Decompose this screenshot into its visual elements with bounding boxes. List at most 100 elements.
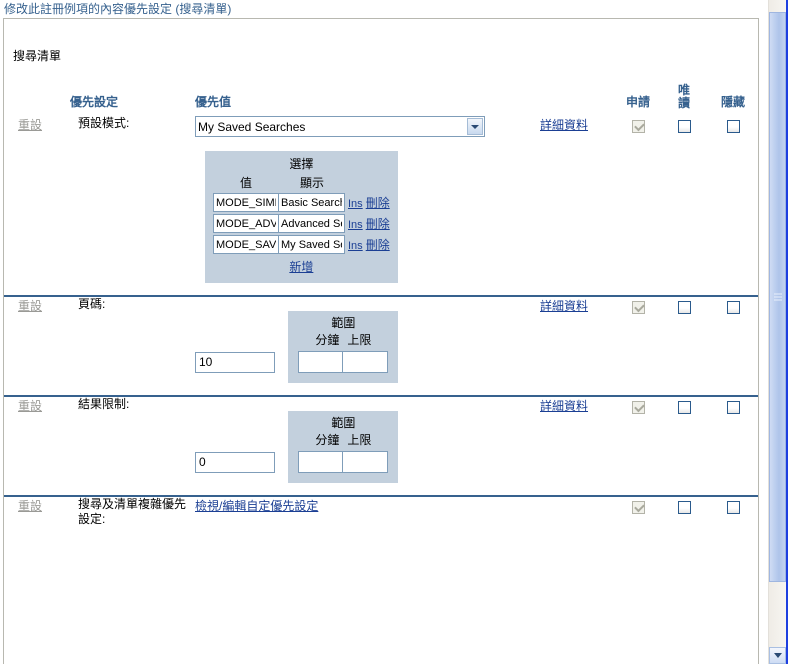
hidden-checkbox-result-limit[interactable] xyxy=(726,401,740,415)
reset-link-result-limit[interactable]: 重設 xyxy=(4,397,42,414)
range-col-min: 分鐘 xyxy=(315,333,340,347)
readonly-cell xyxy=(660,116,708,283)
vertical-scrollbar[interactable] xyxy=(768,0,786,664)
apply-checkbox-default-mode xyxy=(631,120,645,134)
detail-cell: 詳細資料 xyxy=(540,116,616,283)
choices-col-actions xyxy=(345,173,390,192)
range-max-input-page-size[interactable] xyxy=(343,351,389,373)
preference-name-cell: 預設模式: xyxy=(70,116,195,283)
choice-value-input-2[interactable] xyxy=(213,235,279,254)
apply-cell xyxy=(616,395,660,483)
hidden-checkbox-default-mode[interactable] xyxy=(726,120,740,134)
detail-cell: 詳細資料 xyxy=(540,395,616,483)
table-row-result-limit: 重設 結果限制: 範圍 分鐘 上限 xyxy=(4,395,758,483)
header-hidden: 隱藏 xyxy=(720,95,745,109)
hidden-checkbox-page-size[interactable] xyxy=(726,301,740,315)
value-cell-result-limit: 範圍 分鐘 上限 xyxy=(195,395,540,483)
detail-cell: 詳細資料 xyxy=(540,295,616,383)
choice-value-input-0[interactable] xyxy=(213,193,279,212)
hidden-cell xyxy=(708,295,758,383)
choice-delete-link-1[interactable]: 刪除 xyxy=(363,217,390,231)
range-col-max: 上限 xyxy=(347,433,372,447)
detail-link-default-mode[interactable]: 詳細資料 xyxy=(540,118,588,132)
preference-name-cell: 結果限制: xyxy=(70,395,195,483)
reset-link-complex-prefs[interactable]: 重設 xyxy=(4,497,42,514)
readonly-cell xyxy=(660,395,708,483)
preference-label-result-limit: 結果限制: xyxy=(78,397,130,411)
header-readonly: 唯讀 xyxy=(660,84,708,116)
header-value: 優先值 xyxy=(195,95,232,109)
choice-delete-link-2[interactable]: 刪除 xyxy=(363,238,390,252)
page-size-input[interactable] xyxy=(195,351,275,373)
choices-panel-title: 選擇 xyxy=(289,157,314,171)
choice-delete-link-0[interactable]: 刪除 xyxy=(363,196,390,210)
value-cell-complex-prefs: 檢視/編輯自定優先設定 xyxy=(195,495,540,527)
choice-display-cell xyxy=(279,234,345,255)
row-spacer xyxy=(4,383,758,396)
range-col-min: 分鐘 xyxy=(315,433,340,447)
choice-display-cell xyxy=(279,192,345,213)
reset-link-default-mode[interactable]: 重設 xyxy=(4,116,42,133)
choices-add-link[interactable]: 新增 xyxy=(213,255,390,275)
row-spacer xyxy=(4,283,758,296)
table-row-page-size: 重設 頁碼: 範圍 分鐘 上限 xyxy=(4,295,758,383)
choice-row: Ins刪除 xyxy=(213,234,390,255)
readonly-checkbox-complex-prefs[interactable] xyxy=(677,501,691,515)
apply-checkbox-result-limit xyxy=(631,401,645,415)
preference-label-complex-prefs: 搜尋及清單複雜優先設定: xyxy=(78,497,187,526)
detail-link-page-size[interactable]: 詳細資料 xyxy=(540,299,588,313)
preference-name-cell: 搜尋及清單複雜優先設定: xyxy=(70,495,195,527)
choice-actions-cell: Ins 刪除 xyxy=(345,234,390,255)
hidden-cell xyxy=(708,395,758,483)
range-panel-page-size: 範圍 分鐘 上限 xyxy=(288,311,399,383)
readonly-checkbox-result-limit[interactable] xyxy=(677,401,691,415)
detail-cell xyxy=(540,495,616,527)
result-limit-input[interactable] xyxy=(195,451,275,473)
range-panel-title: 範圍 xyxy=(331,416,356,430)
range-min-input-result-limit[interactable] xyxy=(298,451,344,473)
scrollbar-thumb[interactable] xyxy=(769,12,786,582)
choice-ins-link-2[interactable]: Ins xyxy=(345,240,363,252)
apply-checkbox-page-size xyxy=(631,301,645,315)
range-min-input-page-size[interactable] xyxy=(298,351,344,373)
section-title: 搜尋清單 xyxy=(13,49,62,63)
range-max-input-result-limit[interactable] xyxy=(343,451,389,473)
header-preference: 優先設定 xyxy=(70,95,119,109)
choice-actions-cell: Ins 刪除 xyxy=(345,192,390,213)
default-mode-select[interactable]: My Saved Searches xyxy=(195,116,485,137)
chevron-down-icon xyxy=(773,653,782,658)
reset-cell: 重設 xyxy=(4,495,70,527)
choice-value-input-1[interactable] xyxy=(213,214,279,233)
hidden-cell xyxy=(708,495,758,527)
choice-display-input-1[interactable] xyxy=(279,214,345,233)
scrollbar-grip-icon xyxy=(773,293,782,301)
row-spacer xyxy=(4,483,758,496)
readonly-checkbox-page-size[interactable] xyxy=(677,301,691,315)
scrollbar-track[interactable] xyxy=(769,0,786,647)
hidden-checkbox-complex-prefs[interactable] xyxy=(726,501,740,515)
choice-ins-link-0[interactable]: Ins xyxy=(345,198,363,210)
choice-display-input-2[interactable] xyxy=(279,235,345,254)
content-frame: 搜尋清單 優先設定 優先值 申請 唯讀 隱藏 重設 預設模式: My Saved… xyxy=(3,18,759,664)
reset-cell: 重設 xyxy=(4,116,70,283)
choices-panel: 選擇 值 顯示 MODE_SIMPLE Basic Search Ins 刪除 … xyxy=(205,151,398,283)
table-row-default-mode: 重設 預設模式: My Saved Searches 選擇 值 顯示 MODE_… xyxy=(4,116,758,283)
preference-label-default-mode: 預設模式: xyxy=(78,116,130,130)
range-input-group xyxy=(298,351,389,373)
preferences-table: 優先設定 優先值 申請 唯讀 隱藏 重設 預設模式: My Saved Sear… xyxy=(4,84,758,527)
choice-value-cell xyxy=(213,213,279,234)
scroll-down-button[interactable] xyxy=(769,647,786,664)
choice-row: Ins刪除 xyxy=(213,192,390,213)
preference-label-page-size: 頁碼: xyxy=(78,297,106,311)
readonly-checkbox-default-mode[interactable] xyxy=(677,120,691,134)
detail-link-result-limit[interactable]: 詳細資料 xyxy=(540,399,588,413)
range-panel-result-limit: 範圍 分鐘 上限 xyxy=(288,411,399,483)
choice-display-input-0[interactable] xyxy=(279,193,345,212)
header-readonly-label: 唯讀 xyxy=(677,83,690,110)
reset-link-page-size[interactable]: 重設 xyxy=(4,297,42,314)
header-reset xyxy=(4,84,70,116)
choice-ins-link-1[interactable]: Ins xyxy=(345,219,363,231)
choice-value-cell xyxy=(213,192,279,213)
view-edit-custom-prefs-link[interactable]: 檢視/編輯自定優先設定 xyxy=(195,499,318,513)
readonly-cell xyxy=(660,295,708,383)
